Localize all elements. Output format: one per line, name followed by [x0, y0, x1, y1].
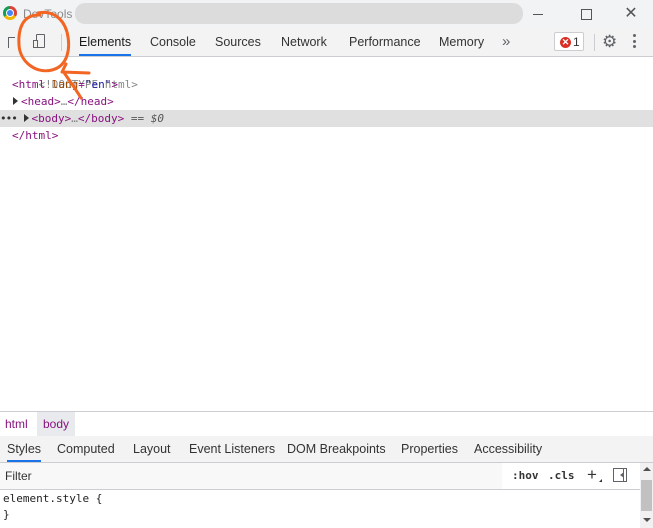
maximize-button[interactable]: [563, 0, 609, 28]
dom-tree: <!DOCTYPE html> <html lang="en"> <head>……: [0, 57, 653, 411]
error-icon: ✕: [560, 37, 571, 48]
tab-performance[interactable]: Performance: [349, 28, 421, 56]
sidebar-tabs: Styles Computed Layout Event Listeners D…: [0, 436, 653, 463]
head-tag: <head>: [21, 95, 61, 108]
chrome-logo-icon: [3, 6, 17, 20]
error-count: 1: [573, 35, 580, 49]
tab-dom-breakpoints[interactable]: DOM Breakpoints: [287, 436, 386, 462]
selected-node-marker: == $0: [130, 112, 164, 125]
scroll-thumb[interactable]: [641, 480, 652, 511]
close-icon: ✕: [624, 5, 638, 22]
styles-pane: element.style { }: [0, 490, 640, 528]
tab-console[interactable]: Console: [150, 28, 196, 56]
breadcrumb-html[interactable]: html: [5, 417, 28, 431]
attr-eq: =: [78, 78, 85, 91]
attr-name: lang: [51, 78, 79, 91]
minimize-icon: [533, 13, 543, 15]
toolbar-divider: [594, 34, 595, 51]
head-end-tag: </head>: [67, 95, 114, 108]
devtools-toolbar: Elements Console Sources Network Perform…: [0, 28, 653, 57]
dom-line-html-open[interactable]: <html lang="en">: [0, 76, 653, 93]
minimize-button[interactable]: [515, 0, 561, 28]
tab-accessibility[interactable]: Accessibility: [474, 436, 542, 462]
redacted-page-title: [75, 3, 523, 24]
phone-small-outline: [33, 40, 38, 48]
expand-triangle-icon[interactable]: [23, 114, 29, 122]
dom-line-head[interactable]: <head>…</head>: [0, 93, 653, 110]
settings-gear-icon[interactable]: ⚙: [602, 33, 617, 51]
tab-properties[interactable]: Properties: [401, 436, 458, 462]
dom-line-doctype[interactable]: <!DOCTYPE html>: [0, 59, 653, 91]
styles-scrollbar[interactable]: [640, 463, 653, 528]
error-counter-button[interactable]: ✕ 1: [554, 32, 584, 51]
body-ellipsis: …: [71, 112, 78, 125]
toolbar-divider: [61, 34, 62, 51]
styles-filter-row: :hov .cls +: [0, 463, 640, 490]
tab-elements[interactable]: Elements: [79, 28, 132, 56]
new-style-rule-plus-icon[interactable]: +: [587, 466, 602, 484]
dom-line-html-close[interactable]: </html>: [0, 127, 653, 144]
breadcrumb: html body: [0, 411, 653, 437]
attr-value: "en": [84, 78, 112, 91]
tab-memory[interactable]: Memory: [439, 28, 484, 56]
dom-line-body-selected[interactable]: ••• <body>…</body> == $0: [0, 110, 653, 127]
tab-event-listeners[interactable]: Event Listeners: [189, 436, 275, 462]
window-titlebar: DevTools ✕: [0, 0, 653, 28]
class-toggle-button[interactable]: .cls: [548, 469, 575, 482]
maximize-icon: [580, 8, 592, 20]
tab-sources[interactable]: Sources: [215, 28, 261, 56]
element-style-selector[interactable]: element.style {: [3, 491, 102, 507]
more-tabs-chevron-icon[interactable]: »: [502, 28, 510, 56]
hover-state-button[interactable]: :hov: [512, 469, 539, 482]
filter-input[interactable]: [0, 463, 502, 489]
scroll-up-arrow-icon[interactable]: [643, 467, 651, 471]
element-style-close-brace: }: [3, 508, 10, 521]
inspect-element-icon[interactable]: [8, 37, 15, 48]
body-tag: <body>: [31, 112, 72, 125]
toggle-computed-sidebar-icon[interactable]: [613, 468, 627, 482]
tab-computed[interactable]: Computed: [57, 436, 115, 462]
tab-network[interactable]: Network: [281, 28, 327, 56]
window-title: DevTools: [23, 7, 73, 21]
node-actions-dots-icon[interactable]: •••: [0, 112, 18, 125]
device-toolbar-icon[interactable]: [33, 34, 45, 49]
html-close-tag: </html>: [12, 129, 59, 142]
html-open-tag-close: >: [111, 78, 118, 91]
close-window-button[interactable]: ✕: [608, 0, 653, 28]
breadcrumb-body[interactable]: body: [37, 412, 76, 436]
tab-styles[interactable]: Styles: [7, 436, 42, 462]
html-open-tag: <html: [12, 78, 46, 91]
expand-triangle-icon[interactable]: [13, 97, 18, 105]
scroll-down-arrow-icon[interactable]: [643, 518, 651, 522]
more-options-kebab-icon[interactable]: [633, 34, 636, 50]
tab-layout[interactable]: Layout: [133, 436, 171, 462]
body-end-tag: </body>: [77, 112, 125, 125]
